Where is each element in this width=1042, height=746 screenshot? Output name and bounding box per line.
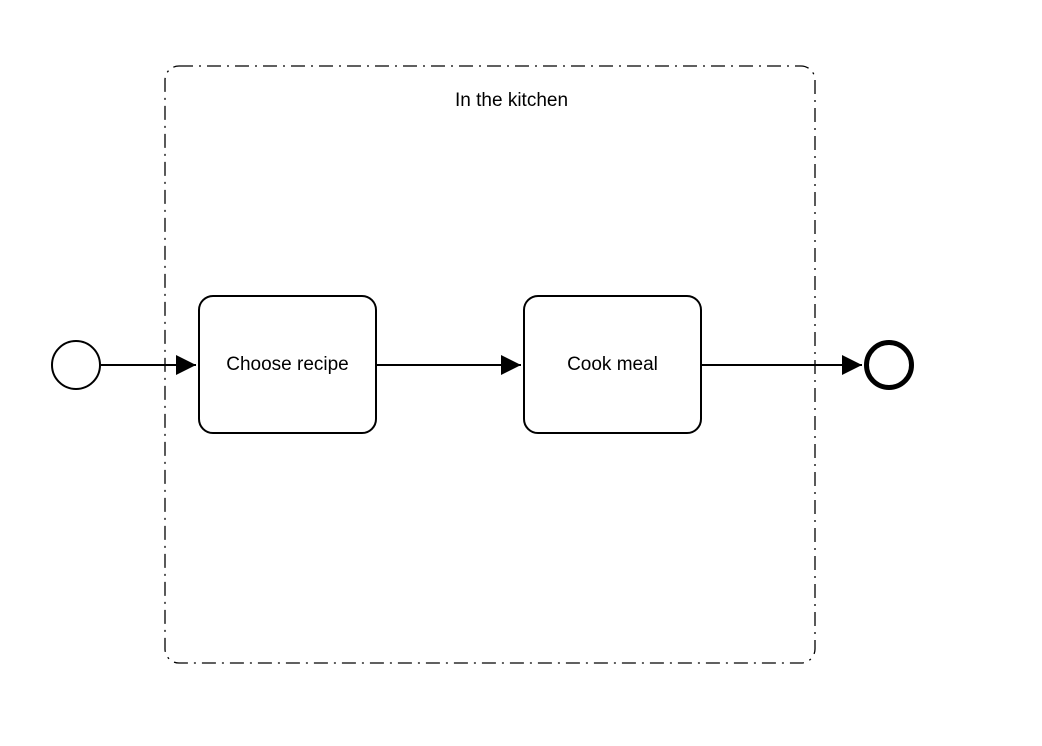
task-cook-meal[interactable]: Cook meal xyxy=(523,295,702,434)
task-choose-recipe[interactable]: Choose recipe xyxy=(198,295,377,434)
group-label: In the kitchen xyxy=(455,90,568,112)
start-event[interactable] xyxy=(51,340,101,390)
task-label: Cook meal xyxy=(567,354,658,376)
end-event[interactable] xyxy=(864,340,914,390)
task-label: Choose recipe xyxy=(226,354,349,376)
bpmn-diagram: In the kitchen Choose recipe Cook meal xyxy=(0,0,1042,746)
